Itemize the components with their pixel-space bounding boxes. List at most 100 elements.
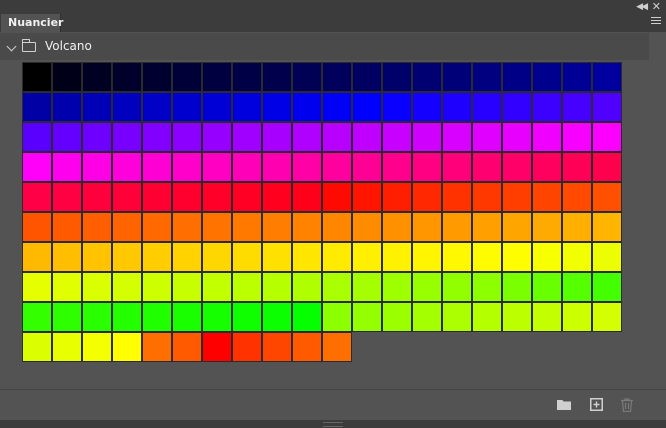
color-swatch[interactable] bbox=[352, 182, 382, 212]
color-swatch[interactable] bbox=[232, 62, 262, 92]
color-swatch[interactable] bbox=[142, 212, 172, 242]
color-swatch[interactable] bbox=[442, 212, 472, 242]
color-swatch[interactable] bbox=[22, 152, 52, 182]
color-swatch[interactable] bbox=[292, 332, 322, 362]
color-swatch[interactable] bbox=[322, 212, 352, 242]
color-swatch[interactable] bbox=[382, 212, 412, 242]
color-swatch[interactable] bbox=[322, 182, 352, 212]
color-swatch[interactable] bbox=[592, 92, 622, 122]
color-swatch[interactable] bbox=[172, 152, 202, 182]
color-swatch[interactable] bbox=[502, 242, 532, 272]
color-swatch[interactable] bbox=[562, 92, 592, 122]
color-swatch[interactable] bbox=[532, 62, 562, 92]
color-swatch[interactable] bbox=[112, 152, 142, 182]
color-swatch[interactable] bbox=[82, 302, 112, 332]
color-swatch[interactable] bbox=[112, 92, 142, 122]
color-swatch[interactable] bbox=[352, 152, 382, 182]
color-swatch[interactable] bbox=[502, 62, 532, 92]
color-swatch[interactable] bbox=[52, 332, 82, 362]
color-swatch[interactable] bbox=[442, 272, 472, 302]
color-swatch[interactable] bbox=[262, 242, 292, 272]
color-swatch[interactable] bbox=[22, 272, 52, 302]
color-swatch[interactable] bbox=[202, 212, 232, 242]
color-swatch[interactable] bbox=[292, 212, 322, 242]
panel-menu-icon[interactable] bbox=[651, 17, 661, 27]
color-swatch[interactable] bbox=[22, 182, 52, 212]
color-swatch[interactable] bbox=[52, 182, 82, 212]
color-swatch[interactable] bbox=[502, 122, 532, 152]
color-swatch[interactable] bbox=[112, 272, 142, 302]
color-swatch[interactable] bbox=[112, 212, 142, 242]
color-swatch[interactable] bbox=[52, 272, 82, 302]
color-swatch[interactable] bbox=[412, 212, 442, 242]
color-swatch[interactable] bbox=[352, 122, 382, 152]
color-swatch[interactable] bbox=[262, 152, 292, 182]
color-swatch[interactable] bbox=[232, 92, 262, 122]
color-swatch[interactable] bbox=[232, 242, 262, 272]
color-swatch[interactable] bbox=[202, 92, 232, 122]
color-swatch[interactable] bbox=[202, 242, 232, 272]
color-swatch[interactable] bbox=[322, 122, 352, 152]
color-swatch[interactable] bbox=[502, 182, 532, 212]
color-swatch[interactable] bbox=[382, 182, 412, 212]
color-swatch[interactable] bbox=[532, 212, 562, 242]
color-swatch[interactable] bbox=[232, 212, 262, 242]
color-swatch[interactable] bbox=[472, 152, 502, 182]
color-swatch[interactable] bbox=[172, 212, 202, 242]
color-swatch[interactable] bbox=[292, 242, 322, 272]
tab-swatches[interactable]: Nuancier bbox=[1, 14, 63, 32]
color-swatch[interactable] bbox=[382, 272, 412, 302]
color-swatch[interactable] bbox=[232, 302, 262, 332]
color-swatch[interactable] bbox=[352, 302, 382, 332]
color-swatch[interactable] bbox=[22, 62, 52, 92]
color-swatch[interactable] bbox=[442, 122, 472, 152]
color-swatch[interactable] bbox=[202, 332, 232, 362]
color-swatch[interactable] bbox=[352, 62, 382, 92]
color-swatch[interactable] bbox=[532, 122, 562, 152]
trash-icon[interactable] bbox=[621, 398, 633, 412]
color-swatch[interactable] bbox=[292, 272, 322, 302]
color-swatch[interactable] bbox=[82, 122, 112, 152]
color-swatch[interactable] bbox=[202, 272, 232, 302]
color-swatch[interactable] bbox=[592, 302, 622, 332]
color-swatch[interactable] bbox=[232, 332, 262, 362]
color-swatch[interactable] bbox=[142, 302, 172, 332]
color-swatch[interactable] bbox=[232, 122, 262, 152]
color-swatch[interactable] bbox=[322, 332, 352, 362]
panel-resize-bar[interactable] bbox=[0, 420, 666, 428]
color-swatch[interactable] bbox=[112, 242, 142, 272]
color-swatch[interactable] bbox=[562, 242, 592, 272]
color-swatch[interactable] bbox=[382, 92, 412, 122]
color-swatch[interactable] bbox=[82, 182, 112, 212]
color-swatch[interactable] bbox=[202, 62, 232, 92]
color-swatch[interactable] bbox=[82, 332, 112, 362]
color-swatch[interactable] bbox=[322, 92, 352, 122]
color-swatch[interactable] bbox=[262, 182, 292, 212]
color-swatch[interactable] bbox=[142, 182, 172, 212]
color-swatch[interactable] bbox=[262, 62, 292, 92]
color-swatch[interactable] bbox=[142, 62, 172, 92]
color-swatch[interactable] bbox=[352, 92, 382, 122]
color-swatch[interactable] bbox=[52, 152, 82, 182]
chevron-down-icon[interactable] bbox=[6, 41, 17, 52]
color-swatch[interactable] bbox=[382, 242, 412, 272]
color-swatch[interactable] bbox=[562, 152, 592, 182]
color-swatch[interactable] bbox=[532, 242, 562, 272]
color-swatch[interactable] bbox=[112, 302, 142, 332]
color-swatch[interactable] bbox=[352, 242, 382, 272]
color-swatch[interactable] bbox=[112, 62, 142, 92]
close-icon[interactable]: ✕ bbox=[652, 0, 661, 13]
color-swatch[interactable] bbox=[172, 182, 202, 212]
color-swatch[interactable] bbox=[472, 212, 502, 242]
color-swatch[interactable] bbox=[262, 302, 292, 332]
collapse-panel-icon[interactable]: ◀◀ bbox=[636, 2, 648, 12]
color-swatch[interactable] bbox=[382, 122, 412, 152]
color-swatch[interactable] bbox=[22, 92, 52, 122]
color-swatch[interactable] bbox=[502, 92, 532, 122]
color-swatch[interactable] bbox=[322, 272, 352, 302]
color-swatch[interactable] bbox=[112, 182, 142, 212]
color-swatch[interactable] bbox=[172, 332, 202, 362]
color-swatch[interactable] bbox=[52, 212, 82, 242]
color-swatch[interactable] bbox=[502, 302, 532, 332]
color-swatch[interactable] bbox=[172, 272, 202, 302]
